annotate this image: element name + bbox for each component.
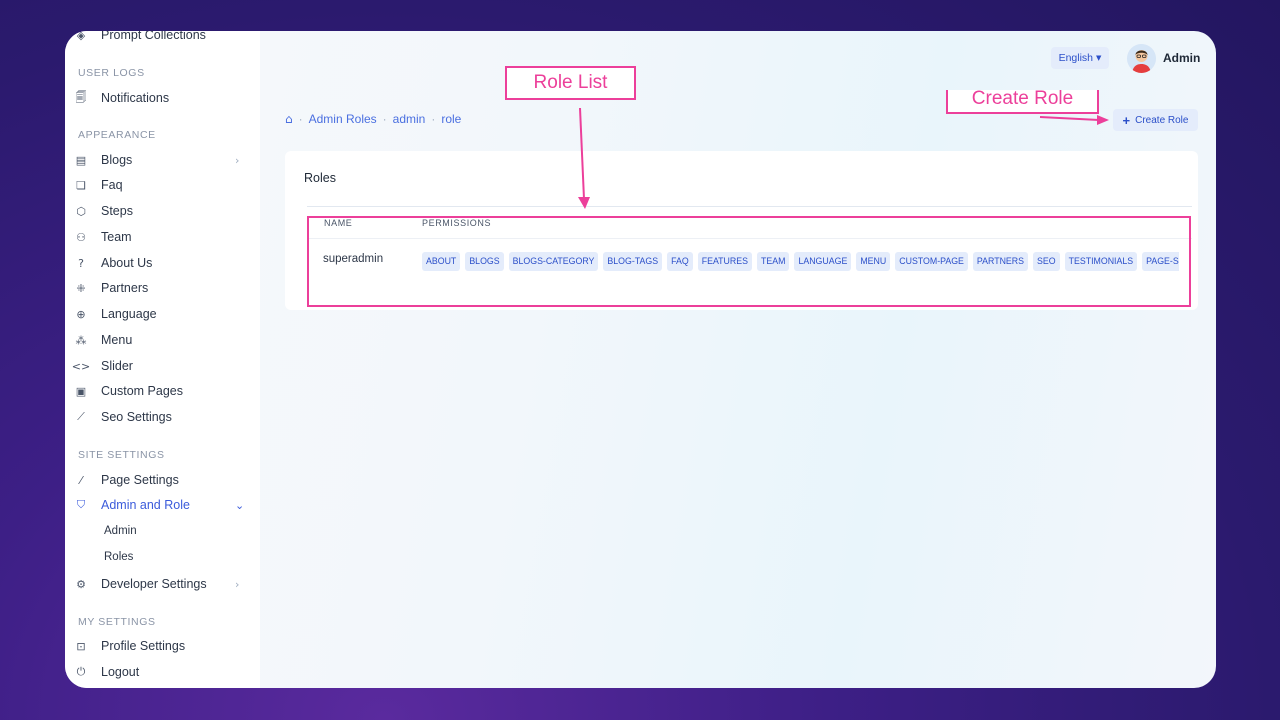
annotation-arrows [578,107,1109,209]
role-list-arrow [579,107,585,200]
create-role-arrowhead [1097,115,1109,125]
create-role-arrow [1039,116,1100,121]
app-window: ◈ Prompt Collections USER LOGS 🗐 Notific… [65,31,1216,688]
role-list-arrowhead [578,197,590,209]
